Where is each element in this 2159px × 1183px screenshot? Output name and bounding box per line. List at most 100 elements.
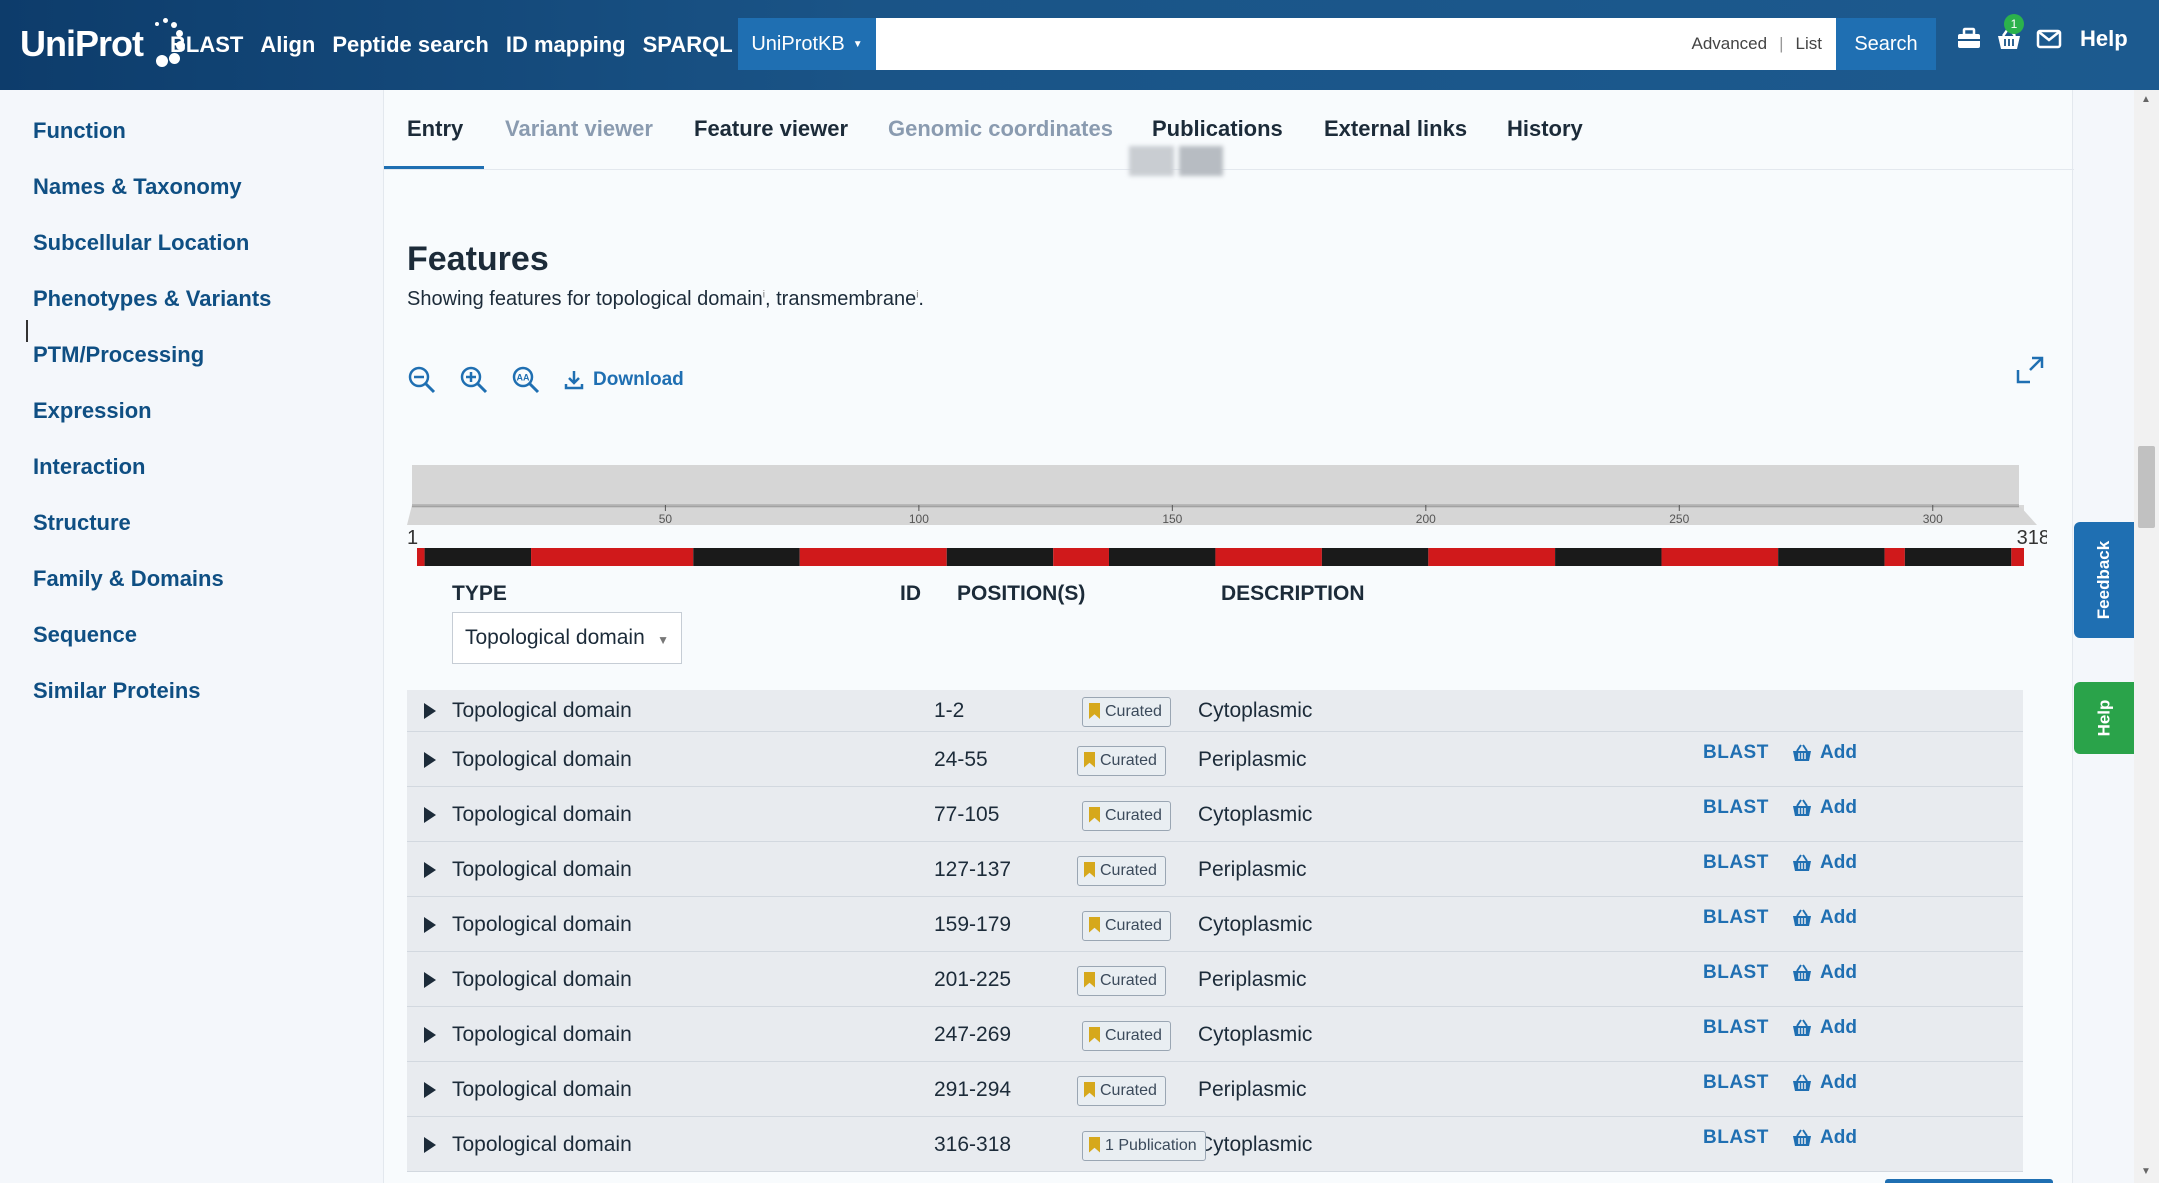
expand-row-icon[interactable] [424, 806, 436, 823]
topological-domain-segment[interactable] [2011, 548, 2024, 566]
evidence-badge[interactable]: Curated [1082, 1020, 1171, 1051]
list-search-link[interactable]: List [1796, 34, 1822, 54]
expand-row-icon[interactable] [424, 861, 436, 878]
row-add-button[interactable]: Add [1792, 962, 1857, 984]
table-row[interactable]: Topological domain 77-105 Cytoplasmic Curat… [407, 787, 2023, 842]
database-select[interactable]: UniProtKB ▼ [738, 18, 876, 70]
row-blast-button[interactable]: BLAST [1703, 907, 1769, 929]
sidebar-item-interaction[interactable]: Interaction [33, 454, 145, 480]
transmembrane-segment[interactable] [693, 548, 800, 566]
zoom-out-icon[interactable] [407, 365, 437, 395]
help-link[interactable]: Help [2080, 26, 2128, 52]
feedback-tab[interactable]: Feedback [2074, 522, 2134, 638]
row-blast-button[interactable]: BLAST [1703, 1127, 1769, 1149]
page-scrollbar[interactable]: ▲ ▼ [2134, 90, 2159, 1183]
advanced-search-link[interactable]: Advanced [1691, 34, 1767, 54]
expand-row-icon[interactable] [424, 1136, 436, 1153]
topological-domain-segment[interactable] [531, 548, 694, 566]
scrollbar-thumb[interactable] [2138, 446, 2155, 528]
evidence-badge[interactable]: Curated [1077, 965, 1166, 996]
sidebar-item-similar-proteins[interactable]: Similar Proteins [33, 678, 201, 704]
nav-sparql[interactable]: SPARQL [643, 32, 733, 58]
transmembrane-segment[interactable] [946, 548, 1054, 566]
table-row[interactable]: Topological domain 201-225 Periplasmic Cura… [407, 952, 2023, 1007]
row-add-button[interactable]: Add [1792, 852, 1857, 874]
scroll-up-icon[interactable]: ▲ [2141, 94, 2151, 105]
search-button[interactable]: Search [1836, 18, 1936, 70]
row-add-button[interactable]: Add [1792, 1127, 1857, 1149]
sidebar-item-family-domains[interactable]: Family & Domains [33, 566, 224, 592]
expand-row-icon[interactable] [424, 971, 436, 988]
topological-domain-segment[interactable] [1661, 548, 1779, 566]
table-row[interactable]: Topological domain 247-269 Cytoplasmic Cura… [407, 1007, 2023, 1062]
sidebar-item-subcellular-location[interactable]: Subcellular Location [33, 230, 249, 256]
row-add-button[interactable]: Add [1792, 742, 1857, 764]
transmembrane-segment[interactable] [1555, 548, 1662, 566]
basket-icon[interactable]: 1 [1996, 14, 2024, 52]
transmembrane-segment[interactable] [1108, 548, 1216, 566]
table-row[interactable]: Topological domain 159-179 Cytoplasmic Cura… [407, 897, 2023, 952]
evidence-badge[interactable]: Curated [1077, 1075, 1166, 1106]
transmembrane-segment[interactable] [424, 548, 532, 566]
sidebar-item-phenotypes-variants[interactable]: Phenotypes & Variants [33, 286, 271, 312]
topological-domain-segment[interactable] [1884, 548, 1905, 566]
evidence-badge[interactable]: Curated [1082, 800, 1171, 831]
topological-domain-segment[interactable] [1215, 548, 1322, 566]
mail-icon[interactable] [2036, 26, 2062, 52]
expand-row-icon[interactable] [424, 916, 436, 933]
evidence-badge[interactable]: Curated [1082, 697, 1171, 727]
table-row[interactable]: Topological domain 24-55 Periplasmic Curate… [407, 732, 2023, 787]
tab-entry[interactable]: Entry [407, 116, 463, 142]
expand-row-icon[interactable] [424, 1081, 436, 1098]
tab-genomic-coordinates[interactable]: Genomic coordinates [888, 116, 1113, 142]
evidence-badge[interactable]: Curated [1077, 855, 1166, 886]
transmembrane-segment[interactable] [1904, 548, 2012, 566]
help-tab[interactable]: Help [2074, 682, 2134, 754]
topological-domain-segment[interactable] [1053, 548, 1109, 566]
row-blast-button[interactable]: BLAST [1703, 797, 1769, 819]
expand-row-icon[interactable] [424, 751, 436, 768]
nav-id-mapping[interactable]: ID mapping [506, 32, 626, 58]
row-add-button[interactable]: Add [1792, 797, 1857, 819]
tab-feature-viewer[interactable]: Feature viewer [694, 116, 848, 142]
fullscreen-icon[interactable] [2014, 354, 2046, 386]
transmembrane-segment[interactable] [1778, 548, 1885, 566]
topological-domain-segment[interactable] [417, 548, 425, 566]
tab-history[interactable]: History [1507, 116, 1583, 142]
table-row[interactable]: Topological domain 316-318 Cytoplasmic 1 Pu… [407, 1117, 2023, 1172]
uniprot-logo[interactable]: UniProt [20, 14, 185, 74]
evidence-badge[interactable]: Curated [1077, 745, 1166, 776]
type-filter-select[interactable]: Topological domain ▼ [452, 612, 682, 664]
topological-domain-segment[interactable] [1428, 548, 1556, 566]
sidebar-item-names-taxonomy[interactable]: Names & Taxonomy [33, 174, 242, 200]
row-add-button[interactable]: Add [1792, 1017, 1857, 1039]
table-row[interactable]: Topological domain 291-294 Periplasmic Cura… [407, 1062, 2023, 1117]
nav-align[interactable]: Align [260, 32, 315, 58]
scroll-down-icon[interactable]: ▼ [2141, 1166, 2151, 1177]
evidence-badge[interactable]: Curated [1082, 910, 1171, 941]
row-blast-button[interactable]: BLAST [1703, 1017, 1769, 1039]
sidebar-item-structure[interactable]: Structure [33, 510, 131, 536]
row-blast-button[interactable]: BLAST [1703, 962, 1769, 984]
expand-row-icon[interactable] [424, 1026, 436, 1043]
topological-domain-segment[interactable] [799, 548, 947, 566]
sidebar-item-function[interactable]: Function [33, 118, 126, 144]
tab-variant-viewer[interactable]: Variant viewer [505, 116, 653, 142]
tab-external-links[interactable]: External links [1324, 116, 1467, 142]
search-input[interactable]: Advanced | List [876, 18, 1836, 70]
row-blast-button[interactable]: BLAST [1703, 742, 1769, 764]
sidebar-item-expression[interactable]: Expression [33, 398, 152, 424]
row-add-button[interactable]: Add [1792, 1072, 1857, 1094]
nav-blast[interactable]: BLAST [170, 32, 243, 58]
table-row[interactable]: Topological domain 127-137 Periplasmic Cura… [407, 842, 2023, 897]
sidebar-item-ptm-processing[interactable]: PTM/Processing [33, 342, 204, 368]
row-add-button[interactable]: Add [1792, 907, 1857, 929]
table-row[interactable]: Topological domain 1-2 Cytoplasmic Curated [407, 690, 2023, 732]
transmembrane-segment[interactable] [1321, 548, 1429, 566]
nav-peptide-search[interactable]: Peptide search [332, 32, 489, 58]
row-blast-button[interactable]: BLAST [1703, 1072, 1769, 1094]
download-button[interactable]: Download [563, 369, 684, 391]
zoom-in-icon[interactable] [459, 365, 489, 395]
sidebar-item-sequence[interactable]: Sequence [33, 622, 137, 648]
toolbox-icon[interactable] [1956, 26, 1982, 52]
